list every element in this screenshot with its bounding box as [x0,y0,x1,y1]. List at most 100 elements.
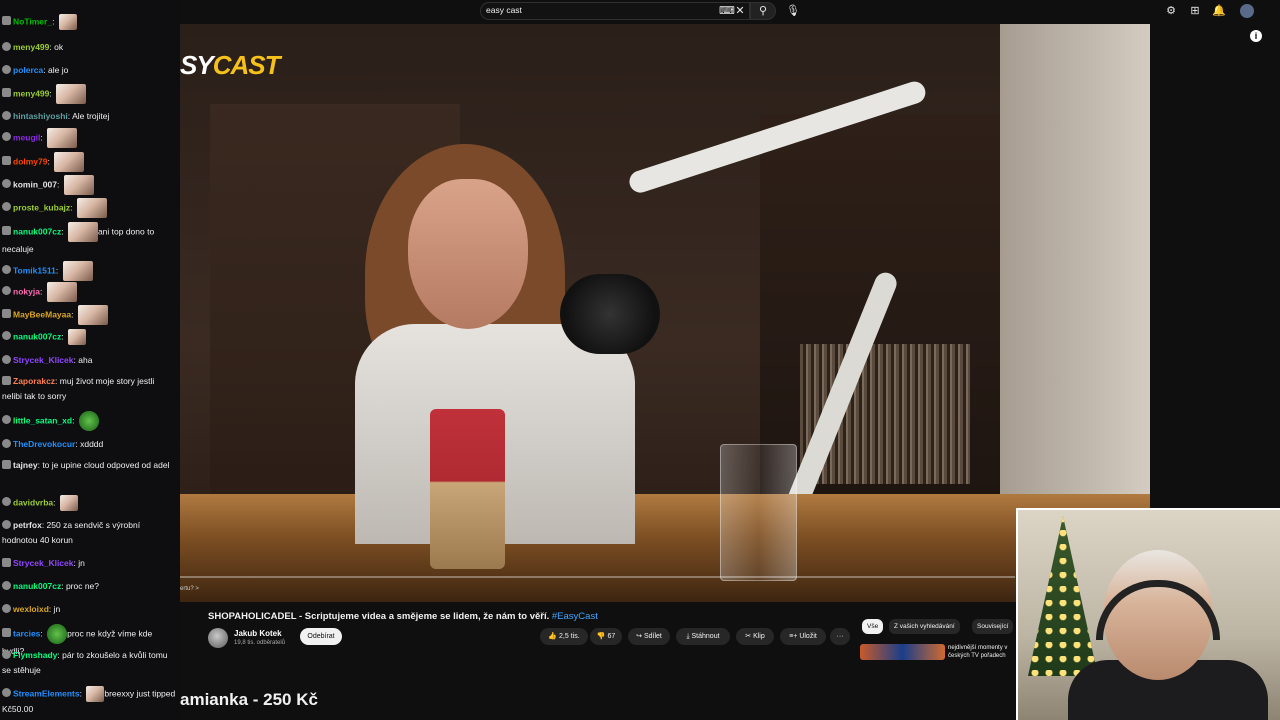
user-badge-icon [2,111,11,120]
chat-separator: : [79,688,85,699]
create-icon[interactable]: ⊞ [1188,4,1202,18]
cast-icon[interactable]: ⚙ [1164,4,1178,18]
like-button[interactable]: 👍 2,5 tis. [540,628,588,645]
chat-username[interactable]: wexloixd [13,604,49,614]
chip-all[interactable]: Vše [862,619,884,634]
chat-message: dolmy79: [2,152,176,172]
chat-username[interactable]: meugil [13,132,40,142]
user-badge-icon [2,581,11,590]
chat-username[interactable]: Zaporakcz [13,376,55,386]
search-icon[interactable]: ⚲ [756,4,770,18]
chat-emote [59,495,78,511]
chip-from-searches[interactable]: Z vašich vyhledávání [889,619,960,634]
chat-username[interactable]: little_satan_xd [13,415,72,425]
chip-related[interactable]: Související [972,619,1014,634]
user-badge-icon [2,42,11,51]
chat-username[interactable]: nanuk007cz [13,331,61,341]
chat-username[interactable]: MayBeeMayaa [13,309,71,319]
chat-emote [63,175,94,195]
chat-username[interactable]: StreamElements [13,688,80,698]
download-label: Stáhnout [691,633,720,640]
avatar[interactable] [1240,4,1254,18]
chat-username[interactable]: davidvrba [13,497,53,507]
chat-emote [67,222,98,242]
keyboard-icon[interactable]: ⌨ [719,4,735,18]
chat-emote [77,305,108,325]
user-badge-icon [2,309,11,319]
download-button[interactable]: ⤓ Stáhnout [676,628,730,645]
chat-username[interactable]: dolmy79 [13,156,48,166]
user-badge-icon [2,179,11,189]
user-badge-icon [2,650,11,659]
user-badge-icon [2,558,11,567]
user-badge-icon [2,88,11,98]
chat-username[interactable]: Tomik1511 [13,265,56,275]
chat-username[interactable]: TheDrevokocur [13,439,75,449]
chat-message: nanuk007cz: proc ne? [2,579,176,594]
chat-username[interactable]: meny499 [13,88,49,98]
share-label: Sdílet [643,633,662,640]
chat-separator: : [61,226,66,237]
chat-username[interactable]: polerca [13,65,43,75]
chat-message: meny499: ok [2,40,176,55]
clear-icon[interactable]: ✕ [733,4,747,18]
mic-icon[interactable]: 🎙 [786,4,800,18]
chat-message: petrfox: 250 za sendvič s výrobní hodnot… [2,518,176,548]
share-button[interactable]: ↪ Sdílet [628,628,670,645]
subscribe-button[interactable]: Odebírat [300,628,342,645]
chat-separator: : [61,331,66,342]
chat-username[interactable]: nokyja [13,286,40,296]
chat-message: wexloixd: jn [2,602,176,617]
hashtag-link[interactable]: #EasyCast [552,611,598,622]
dislike-button[interactable]: 👎 67 [590,628,622,645]
chat-separator: : [39,286,45,297]
chat-username[interactable]: petrfox [13,520,42,530]
chat-username[interactable]: hintashiyoshi [13,111,68,121]
clip-button[interactable]: ✂ Klip [736,628,774,645]
user-badge-icon [2,65,11,74]
chat-message: MayBeeMayaa: [2,305,176,325]
user-badge-icon [2,376,11,385]
chat-username[interactable]: tarcies [13,628,40,638]
chat-username[interactable]: komin_007 [13,179,57,189]
chat-panel: NoTimer_: meny499: ok polerca: ale jo meny… [0,0,180,720]
chat-username[interactable]: meny499 [13,42,49,52]
recommended-title[interactable]: nejdivnější momenty v českých TV pořadec… [948,644,1018,660]
chat-username[interactable]: Flymshady [13,650,57,660]
chat-username[interactable]: nanuk007cz [13,226,61,236]
chat-text: Ale trojitej [72,111,110,121]
chat-username[interactable]: nanuk007cz [13,581,61,591]
chat-message: hintashiyoshi: Ale trojitej [2,109,176,124]
more-button[interactable]: ··· [830,628,850,645]
table [180,494,1150,602]
info-icon[interactable]: i [1250,30,1262,42]
bell-icon[interactable]: 🔔 [1212,4,1226,18]
download-icon: ⤓ [686,633,690,640]
chat-separator: : [47,156,53,167]
chat-username[interactable]: Strycek_Klicek [13,355,74,365]
save-button[interactable]: ≡+ Uložit [780,628,826,645]
chat-message: nanuk007cz: [2,329,176,345]
chat-username[interactable]: proste_kubajz [13,202,70,212]
right-sidebar-area [1150,24,1280,510]
guest-face [408,179,528,329]
video-player[interactable]: SYCAST ertu? > [180,24,1150,602]
chat-separator: : [49,88,55,99]
chat-message: Zaporakcz: muj život moje story jestli n… [2,374,176,404]
user-badge-icon [2,286,11,296]
chat-text: jn [78,558,85,568]
chat-message: nanuk007cz: ani top dono to necaluje [2,222,176,257]
recommended-thumbnail[interactable] [860,644,945,660]
channel-name[interactable]: Jakub Kotek [234,629,282,638]
chat-username[interactable]: tajney [13,460,38,470]
chat-separator: : [56,179,62,190]
video-progress-bar[interactable] [180,576,1015,578]
chat-username[interactable]: Strycek_Klicek [13,558,74,568]
chat-emote [78,411,99,431]
channel-avatar[interactable] [208,628,228,648]
chat-emote [62,261,93,281]
chat-username[interactable]: NoTimer_ [13,16,52,26]
chat-text: ale jo [47,65,69,75]
video-title: SHOPAHOLICADEL - Scriptujeme videa a smě… [208,611,598,622]
previous-video-label[interactable]: ertu? > [180,586,199,592]
